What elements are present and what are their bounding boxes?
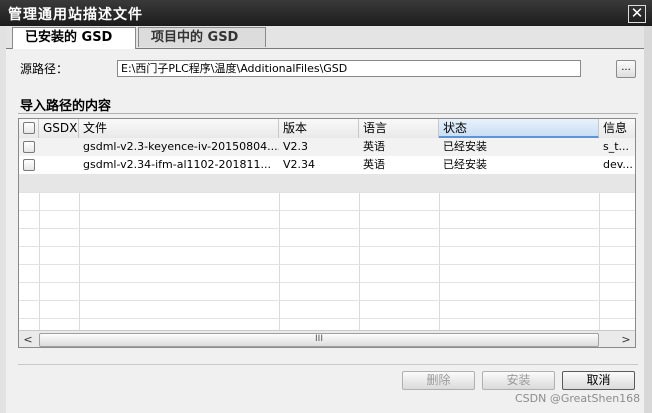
source-path-input[interactable]: E:\西门子PLC程序\温度\AdditionalFiles\GSD xyxy=(117,60,581,77)
window-left-edge xyxy=(0,0,6,413)
table-header: GSDX 文件 版本 语言 状态 信息 xyxy=(19,119,635,139)
row-language: 英语 xyxy=(363,140,385,153)
row-line xyxy=(19,228,635,229)
window-title: 管理通用站描述文件 xyxy=(8,7,143,23)
cancel-button[interactable]: 取消 xyxy=(562,371,635,390)
install-button[interactable]: 安装 xyxy=(482,371,555,390)
bottom-divider xyxy=(18,364,638,365)
scrollbar-thumb[interactable]: III xyxy=(39,333,599,347)
row-status: 已经安装 xyxy=(443,140,487,153)
row-checkbox[interactable] xyxy=(23,159,35,171)
row-line xyxy=(19,282,635,283)
window-right-edge xyxy=(644,0,652,413)
column-header-version[interactable]: 版本 xyxy=(279,119,359,138)
tab-installed-gsd[interactable]: 已安装的 GSD xyxy=(12,27,136,49)
row-file: gsdml-v2.3-keyence-iv-20150804.... xyxy=(83,140,279,153)
select-all-checkbox[interactable] xyxy=(23,122,35,134)
row-checkbox[interactable] xyxy=(23,141,35,153)
row-language: 英语 xyxy=(363,158,385,171)
table-row[interactable]: gsdml-v2.3-keyence-iv-20150804.... V2.3 … xyxy=(19,138,635,156)
horizontal-scrollbar[interactable]: < III > xyxy=(19,330,635,347)
empty-row xyxy=(19,174,635,192)
row-version: V2.34 xyxy=(283,158,316,171)
section-title: 导入路径的内容 xyxy=(20,99,112,114)
row-info: dev... xyxy=(603,158,633,171)
watermark: CSDN @GreatShen168 xyxy=(515,392,641,405)
scrollbar-grip-icon: III xyxy=(315,334,323,344)
column-header-info[interactable]: 信息 xyxy=(599,119,635,138)
header-select-all[interactable] xyxy=(19,119,39,138)
scroll-right-icon[interactable]: > xyxy=(618,332,634,347)
row-info: s_t... xyxy=(603,140,630,153)
section-divider xyxy=(18,113,638,114)
source-path-label: 源路径： xyxy=(20,62,69,76)
table-row[interactable]: gsdml-v2.34-ifm-al1102-201811... V2.34 英… xyxy=(19,156,635,174)
title-bar: 管理通用站描述文件 ✕ xyxy=(0,0,652,26)
delete-button[interactable]: 删除 xyxy=(402,371,475,390)
row-status: 已经安装 xyxy=(443,158,487,171)
column-header-gsdx[interactable]: GSDX xyxy=(39,119,79,138)
row-line xyxy=(19,264,635,265)
browse-button[interactable]: ... xyxy=(616,60,636,78)
close-icon[interactable]: ✕ xyxy=(628,5,646,23)
column-header-status[interactable]: 状态 xyxy=(439,119,599,138)
row-file: gsdml-v2.34-ifm-al1102-201811... xyxy=(83,158,271,171)
row-line xyxy=(19,318,635,319)
column-header-file[interactable]: 文件 xyxy=(79,119,279,138)
row-line xyxy=(19,192,635,193)
scroll-left-icon[interactable]: < xyxy=(20,332,36,347)
gsd-table: GSDX 文件 版本 语言 状态 信息 gsdml-v2.3-keyence-i… xyxy=(18,118,636,348)
row-line xyxy=(19,246,635,247)
row-line xyxy=(19,210,635,211)
row-version: V2.3 xyxy=(283,140,309,153)
column-header-language[interactable]: 语言 xyxy=(359,119,439,138)
tab-project-gsd[interactable]: 项目中的 GSD xyxy=(138,27,266,47)
row-line xyxy=(19,300,635,301)
